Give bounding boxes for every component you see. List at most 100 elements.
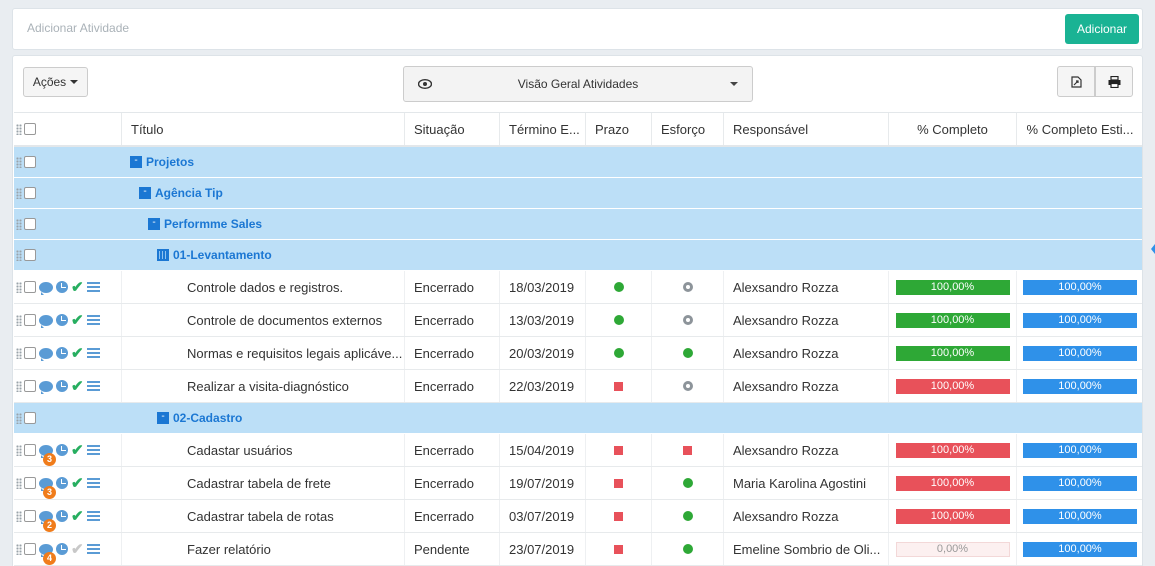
task-title[interactable]: Cadastrar tabela de frete (122, 467, 405, 499)
group-title[interactable]: Agência Tip (155, 186, 223, 200)
row-checkbox[interactable] (24, 314, 36, 326)
menu-icon[interactable] (86, 315, 100, 325)
drag-handle-icon[interactable] (16, 444, 22, 456)
row-checkbox[interactable] (24, 380, 36, 392)
row-checkbox[interactable] (24, 510, 36, 522)
check-icon[interactable]: ✔ (71, 346, 84, 361)
comment-icon[interactable]: 2 (39, 510, 56, 532)
drag-handle-icon[interactable] (16, 156, 22, 168)
clock-icon[interactable] (56, 314, 68, 326)
drag-handle-icon[interactable] (16, 477, 22, 489)
row-checkbox[interactable] (24, 187, 36, 199)
menu-icon[interactable] (86, 282, 100, 292)
drag-handle-icon[interactable] (16, 347, 22, 359)
table-row[interactable]: 3 ✔ Cadastar usuários Encerrado 15/04/201… (14, 434, 1142, 467)
column-header-situacao[interactable]: Situação (405, 113, 500, 145)
row-checkbox[interactable] (24, 347, 36, 359)
task-title[interactable]: Controle de documentos externos (122, 304, 405, 336)
clock-icon[interactable] (56, 380, 68, 392)
group-row[interactable]: - Performme Sales (14, 209, 1142, 240)
menu-icon[interactable] (86, 381, 100, 391)
collapse-icon[interactable]: - (148, 218, 160, 230)
drag-handle-icon[interactable] (16, 123, 22, 135)
clock-icon[interactable] (56, 543, 68, 555)
check-icon[interactable]: ✔ (71, 509, 84, 524)
comment-icon[interactable] (39, 380, 53, 394)
group-row[interactable]: 01-Levantamento (14, 240, 1142, 271)
table-row[interactable]: ✔ Realizar a visita-diagnóstico Encerrad… (14, 370, 1142, 403)
comment-icon[interactable] (39, 281, 53, 295)
print-button[interactable] (1095, 66, 1133, 97)
row-checkbox[interactable] (24, 412, 36, 424)
select-all-checkbox[interactable] (24, 123, 36, 135)
side-panel-toggle-icon[interactable] (1151, 244, 1155, 254)
collapse-icon[interactable]: - (130, 156, 142, 168)
group-title[interactable]: Performme Sales (164, 217, 262, 231)
menu-icon[interactable] (86, 445, 100, 455)
column-header-responsavel[interactable]: Responsável (724, 113, 889, 145)
view-selector[interactable]: Visão Geral Atividades (403, 66, 753, 102)
collapse-icon[interactable]: - (139, 187, 151, 199)
row-checkbox[interactable] (24, 477, 36, 489)
add-activity-button[interactable]: Adicionar (1065, 14, 1139, 44)
column-header-titulo[interactable]: Título (122, 113, 405, 145)
menu-icon[interactable] (86, 348, 100, 358)
drag-handle-icon[interactable] (16, 281, 22, 293)
row-checkbox[interactable] (24, 543, 36, 555)
drag-handle-icon[interactable] (16, 412, 22, 424)
group-row[interactable]: - Agência Tip (14, 178, 1142, 209)
drag-handle-icon[interactable] (16, 249, 22, 261)
column-header-esforco[interactable]: Esforço (652, 113, 724, 145)
task-title[interactable]: Controle dados e registros. (122, 271, 405, 303)
export-button[interactable] (1057, 66, 1095, 97)
check-icon[interactable]: ✔ (71, 280, 84, 295)
expand-grid-icon[interactable] (157, 249, 169, 261)
drag-handle-icon[interactable] (16, 510, 22, 522)
table-row[interactable]: 3 ✔ Cadastrar tabela de frete Encerrado 1… (14, 467, 1142, 500)
row-checkbox[interactable] (24, 156, 36, 168)
row-checkbox[interactable] (24, 444, 36, 456)
drag-handle-icon[interactable] (16, 543, 22, 555)
drag-handle-icon[interactable] (16, 380, 22, 392)
menu-icon[interactable] (86, 544, 100, 554)
actions-dropdown-button[interactable]: Ações (23, 67, 88, 97)
group-row[interactable]: - Projetos (14, 147, 1142, 178)
table-row[interactable]: ✔ Controle de documentos externos Encerr… (14, 304, 1142, 337)
clock-icon[interactable] (56, 347, 68, 359)
column-header-termino[interactable]: Término E... (500, 113, 586, 145)
check-icon[interactable]: ✔ (71, 379, 84, 394)
group-title[interactable]: Projetos (146, 155, 194, 169)
task-title[interactable]: Fazer relatório (122, 533, 405, 565)
clock-icon[interactable] (56, 281, 68, 293)
column-header-percent-estimated[interactable]: % Completo Esti... (1017, 113, 1142, 145)
task-title[interactable]: Realizar a visita-diagnóstico (122, 370, 405, 402)
group-title[interactable]: 01-Levantamento (173, 248, 272, 262)
check-icon[interactable]: ✔ (71, 313, 84, 328)
comment-icon[interactable] (39, 347, 53, 361)
clock-icon[interactable] (56, 510, 68, 522)
check-icon[interactable]: ✔ (71, 542, 84, 557)
table-row[interactable]: ✔ Controle dados e registros. Encerrado … (14, 271, 1142, 304)
row-checkbox[interactable] (24, 218, 36, 230)
clock-icon[interactable] (56, 477, 68, 489)
task-title[interactable]: Cadastrar tabela de rotas (122, 500, 405, 532)
group-row[interactable]: -02-Cadastro (14, 403, 1142, 434)
task-title[interactable]: Cadastar usuários (122, 434, 405, 466)
add-activity-input[interactable]: Adicionar Atividade (27, 21, 129, 35)
collapse-icon[interactable]: - (157, 412, 169, 424)
drag-handle-icon[interactable] (16, 218, 22, 230)
comment-icon[interactable]: 3 (39, 477, 56, 499)
table-row[interactable]: 4 ✔ Fazer relatório Pendente 23/07/2019 E… (14, 533, 1142, 566)
drag-handle-icon[interactable] (16, 187, 22, 199)
check-icon[interactable]: ✔ (71, 443, 84, 458)
column-header-prazo[interactable]: Prazo (586, 113, 652, 145)
column-header-percent-complete[interactable]: % Completo (889, 113, 1017, 145)
check-icon[interactable]: ✔ (71, 476, 84, 491)
comment-icon[interactable] (39, 314, 53, 328)
task-title[interactable]: Normas e requisitos legais aplicáve... (122, 337, 405, 369)
table-row[interactable]: ✔ Normas e requisitos legais aplicáve...… (14, 337, 1142, 370)
group-title[interactable]: 02-Cadastro (173, 411, 242, 425)
clock-icon[interactable] (56, 444, 68, 456)
row-checkbox[interactable] (24, 249, 36, 261)
table-row[interactable]: 2 ✔ Cadastrar tabela de rotas Encerrado 0… (14, 500, 1142, 533)
